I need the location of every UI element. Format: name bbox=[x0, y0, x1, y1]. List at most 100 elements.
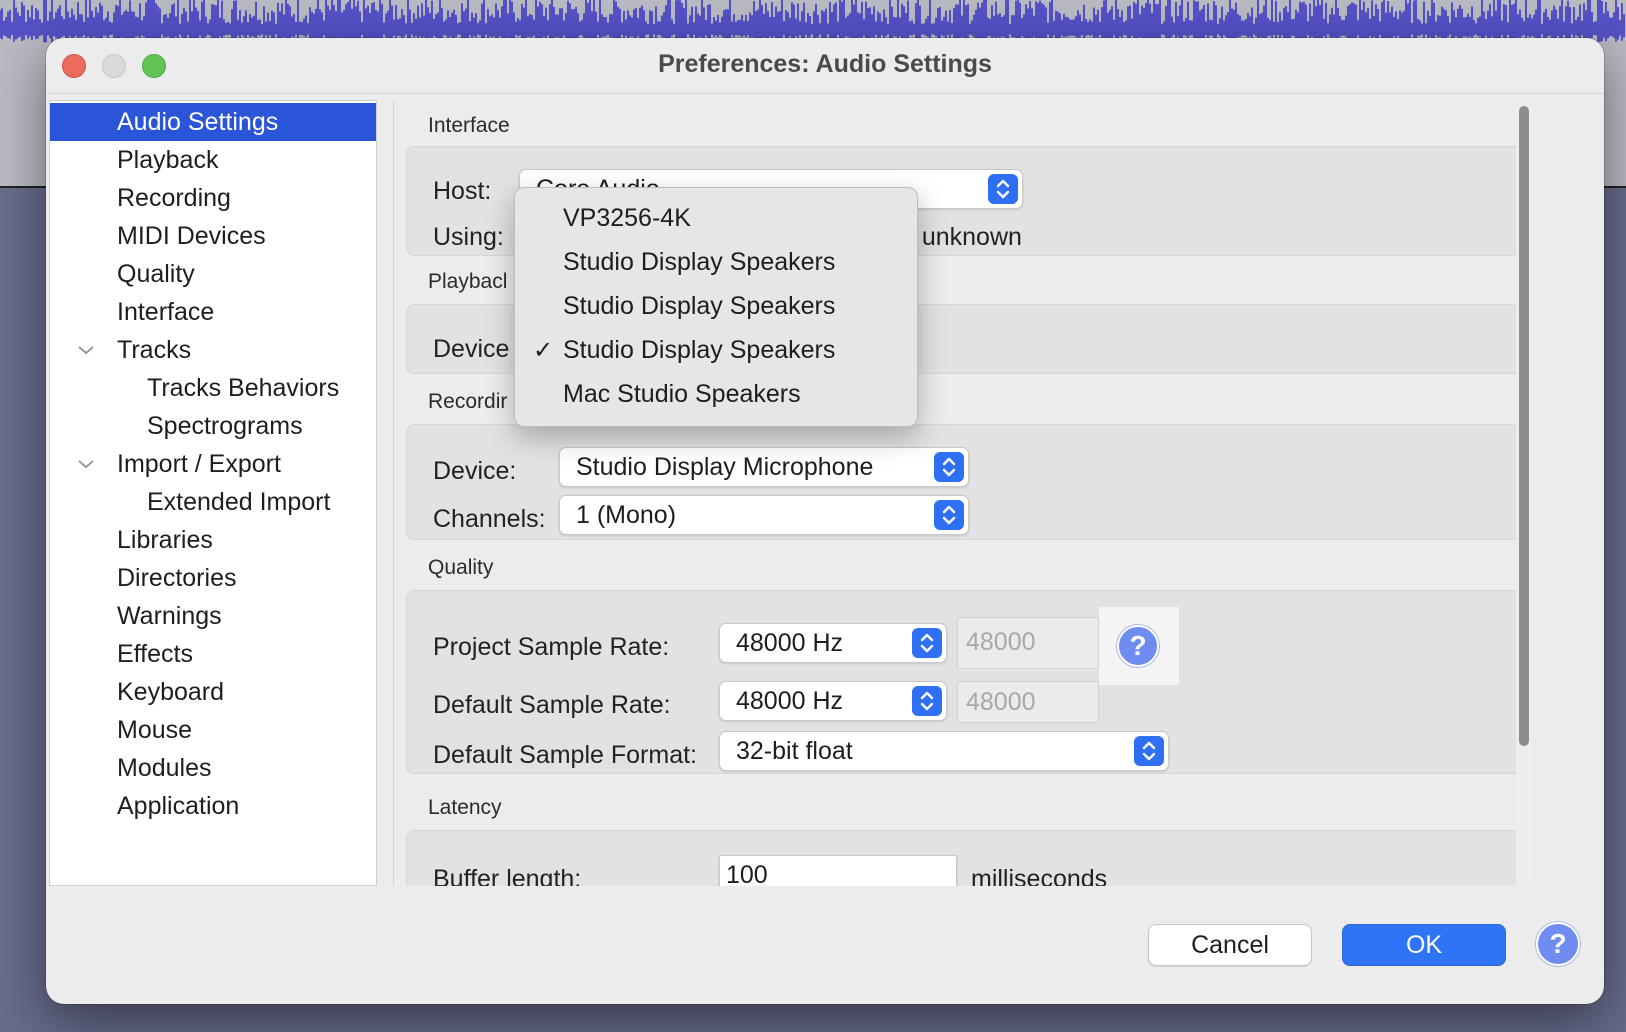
sidebar-item-extended-import[interactable]: Extended Import bbox=[50, 483, 376, 521]
sidebar-item-label: Quality bbox=[117, 260, 195, 288]
menu-item-label: Studio Display Speakers bbox=[563, 336, 836, 364]
channels-label: Channels: bbox=[433, 505, 546, 533]
sidebar-item-label: Libraries bbox=[117, 526, 213, 554]
sidebar-item-label: Recording bbox=[117, 184, 231, 212]
recording-section-title: Recordir bbox=[428, 390, 508, 413]
sidebar-item-import-export[interactable]: Import / Export bbox=[50, 445, 376, 483]
buffer-length-unit: milliseconds bbox=[971, 865, 1108, 886]
sidebar-item-recording[interactable]: Recording bbox=[50, 179, 376, 217]
sidebar-item-effects[interactable]: Effects bbox=[50, 635, 376, 673]
menu-item-label: Mac Studio Speakers bbox=[563, 380, 801, 408]
sidebar-item-modules[interactable]: Modules bbox=[50, 749, 376, 787]
default-sample-format-label: Default Sample Format: bbox=[433, 741, 697, 769]
playback-device-menu: VP3256-4K Studio Display Speakers Studio… bbox=[514, 187, 918, 427]
using-value: n unknown bbox=[901, 223, 1022, 251]
default-sample-rate-field[interactable]: 48000 bbox=[957, 681, 1099, 723]
buffer-length-input[interactable]: 100 bbox=[719, 855, 957, 886]
chevron-down-icon[interactable] bbox=[77, 445, 97, 483]
host-label: Host: bbox=[433, 177, 492, 205]
project-sample-rate-field-value: 48000 bbox=[966, 628, 1036, 656]
sidebar-item-audio-settings[interactable]: Audio Settings bbox=[50, 103, 376, 141]
window-title: Preferences: Audio Settings bbox=[658, 50, 992, 78]
sidebar-item-label: Tracks bbox=[117, 336, 192, 364]
sidebar-item-label: Modules bbox=[117, 754, 212, 782]
help-icon: ? bbox=[1117, 625, 1159, 667]
sidebar-item-label: Tracks Behaviors bbox=[147, 374, 340, 402]
content-scrollbar[interactable] bbox=[1516, 102, 1532, 886]
project-sample-rate-field[interactable]: 48000 bbox=[957, 617, 1099, 669]
menu-item-mac-studio-speakers[interactable]: Mac Studio Speakers bbox=[515, 374, 917, 414]
menu-item-studio-display-speakers-3[interactable]: ✓ Studio Display Speakers bbox=[515, 330, 917, 370]
recording-device-value: Studio Display Microphone bbox=[576, 453, 874, 481]
sidebar-item-label: Directories bbox=[117, 564, 237, 592]
sidebar-item-label: Playback bbox=[117, 146, 219, 174]
sidebar-item-label: Warnings bbox=[117, 602, 222, 630]
playback-section-title: Playbacl bbox=[428, 270, 508, 293]
ok-button[interactable]: OK bbox=[1342, 924, 1506, 966]
project-sample-rate-label: Project Sample Rate: bbox=[433, 633, 670, 661]
using-label: Using: bbox=[433, 223, 504, 251]
recording-device-label: Device: bbox=[433, 457, 517, 485]
sidebar-item-tracks-behaviors[interactable]: Tracks Behaviors bbox=[50, 369, 376, 407]
sidebar-item-label: Application bbox=[117, 792, 240, 820]
sidebar-item-keyboard[interactable]: Keyboard bbox=[50, 673, 376, 711]
sidebar-item-label: Interface bbox=[117, 298, 215, 326]
sidebar-item-quality[interactable]: Quality bbox=[50, 255, 376, 293]
project-sample-rate-value: 48000 Hz bbox=[736, 629, 844, 657]
buffer-length-value: 100 bbox=[726, 861, 768, 886]
sidebar-item-label: Audio Settings bbox=[117, 108, 279, 136]
chevron-down-icon[interactable] bbox=[77, 331, 97, 369]
menu-item-label: Studio Display Speakers bbox=[563, 248, 836, 276]
sidebar-item-interface[interactable]: Interface bbox=[50, 293, 376, 331]
interface-section-title: Interface bbox=[428, 114, 510, 137]
recording-group: Device: Studio Display Microphone Channe… bbox=[406, 424, 1532, 540]
preferences-window: Preferences: Audio Settings Audio Settin… bbox=[46, 38, 1604, 1004]
sidebar-item-warnings[interactable]: Warnings bbox=[50, 597, 376, 635]
sidebar-item-application[interactable]: Application bbox=[50, 787, 376, 825]
default-sample-rate-select[interactable]: 48000 Hz bbox=[719, 681, 947, 721]
chevron-updown-icon bbox=[988, 174, 1018, 204]
chevron-updown-icon bbox=[912, 628, 942, 658]
title-bar: Preferences: Audio Settings bbox=[46, 38, 1604, 94]
sidebar-item-libraries[interactable]: Libraries bbox=[50, 521, 376, 559]
sidebar-item-label: MIDI Devices bbox=[117, 222, 266, 250]
checkmark-icon: ✓ bbox=[533, 337, 554, 364]
sidebar-item-midi-devices[interactable]: MIDI Devices bbox=[50, 217, 376, 255]
sample-rate-help-button[interactable]: ? bbox=[1099, 607, 1179, 685]
cancel-button[interactable]: Cancel bbox=[1148, 924, 1312, 966]
sidebar-item-label: Mouse bbox=[117, 716, 193, 744]
chevron-updown-icon bbox=[934, 500, 964, 530]
menu-item-label: VP3256-4K bbox=[563, 204, 691, 232]
sidebar-item-label: Keyboard bbox=[117, 678, 225, 706]
playback-device-label: Device bbox=[433, 335, 510, 363]
menu-item-vp3256-4k[interactable]: VP3256-4K bbox=[515, 198, 917, 238]
chevron-updown-icon bbox=[1134, 736, 1164, 766]
sidebar-item-label: Extended Import bbox=[147, 488, 331, 516]
sidebar-item-playback[interactable]: Playback bbox=[50, 141, 376, 179]
latency-section-title: Latency bbox=[428, 796, 502, 819]
sidebar-item-label: Spectrograms bbox=[147, 412, 303, 440]
channels-value: 1 (Mono) bbox=[576, 501, 677, 529]
menu-item-studio-display-speakers-2[interactable]: Studio Display Speakers bbox=[515, 286, 917, 326]
preferences-sidebar: Audio Settings Playback Recording MIDI D… bbox=[49, 100, 377, 886]
help-button[interactable]: ? bbox=[1536, 922, 1580, 966]
default-sample-rate-field-value: 48000 bbox=[966, 688, 1036, 716]
scrollbar-thumb[interactable] bbox=[1519, 106, 1529, 746]
waveform-path bbox=[0, 0, 1625, 43]
menu-item-label: Studio Display Speakers bbox=[563, 292, 836, 320]
default-sample-format-select[interactable]: 32-bit float bbox=[719, 731, 1169, 771]
sidebar-item-spectrograms[interactable]: Spectrograms bbox=[50, 407, 376, 445]
sidebar-item-directories[interactable]: Directories bbox=[50, 559, 376, 597]
project-sample-rate-select[interactable]: 48000 Hz bbox=[719, 623, 947, 663]
buffer-length-label: Buffer length: bbox=[433, 865, 582, 886]
quality-group: Project Sample Rate: 48000 Hz 48000 ? De… bbox=[406, 590, 1532, 774]
sidebar-item-tracks[interactable]: Tracks bbox=[50, 331, 376, 369]
latency-group: Buffer length: 100 milliseconds bbox=[406, 830, 1532, 886]
default-sample-rate-label: Default Sample Rate: bbox=[433, 691, 671, 719]
quality-section-title: Quality bbox=[428, 556, 494, 579]
recording-device-select[interactable]: Studio Display Microphone bbox=[559, 447, 969, 487]
default-sample-format-value: 32-bit float bbox=[736, 737, 853, 765]
menu-item-studio-display-speakers-1[interactable]: Studio Display Speakers bbox=[515, 242, 917, 282]
channels-select[interactable]: 1 (Mono) bbox=[559, 495, 969, 535]
sidebar-item-mouse[interactable]: Mouse bbox=[50, 711, 376, 749]
